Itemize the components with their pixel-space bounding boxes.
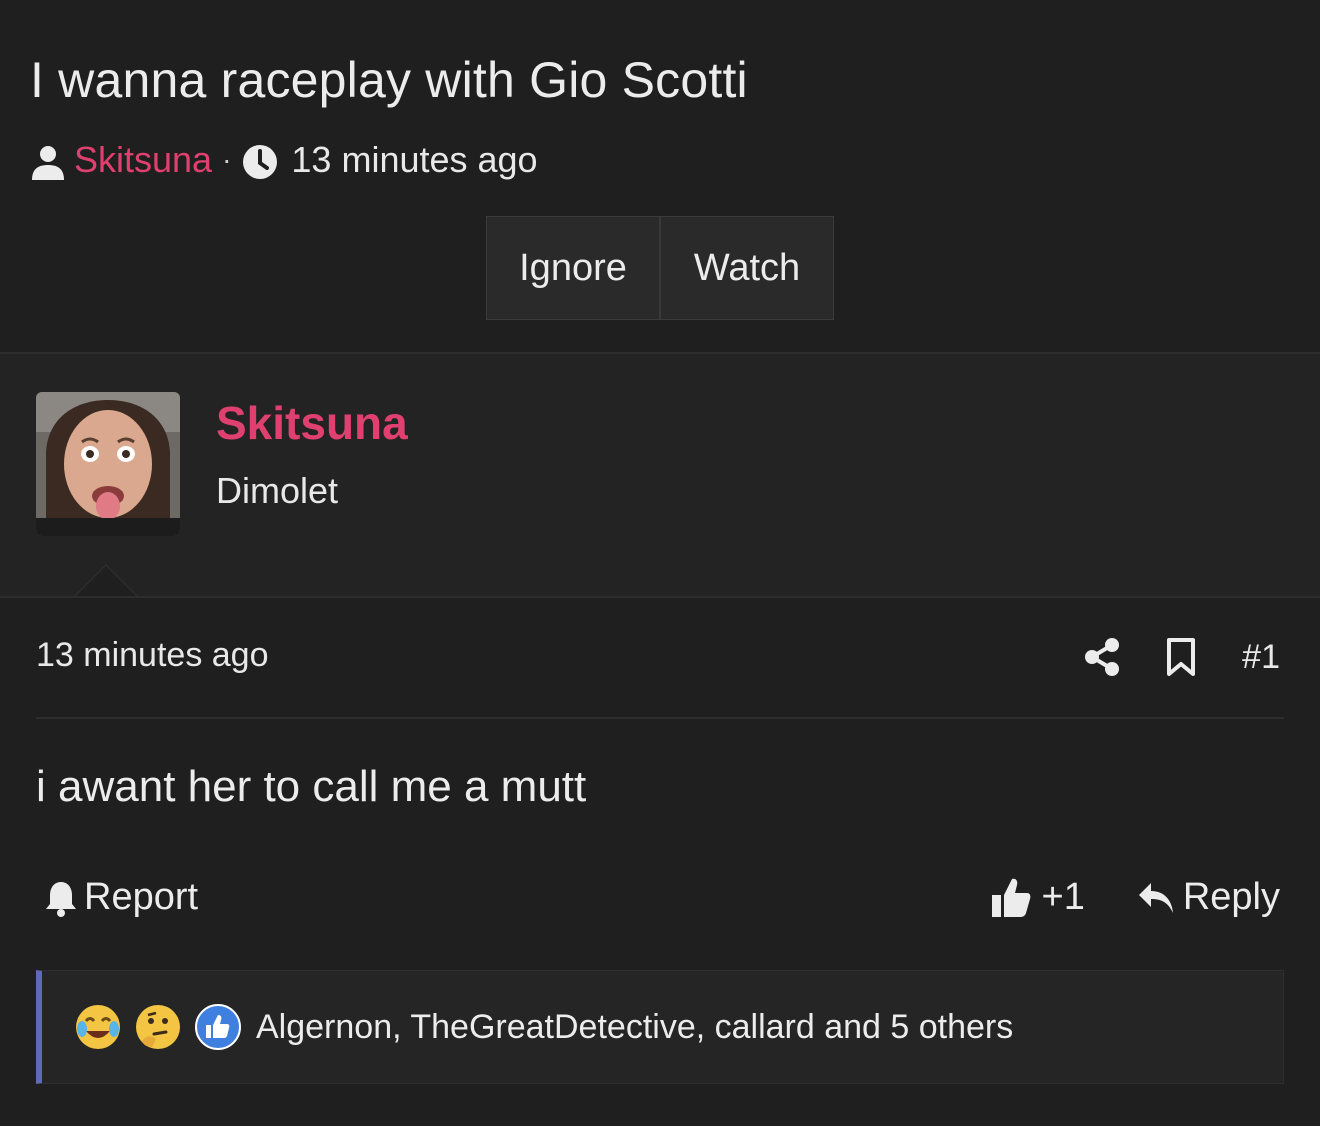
thread-author-link[interactable]: Skitsuna xyxy=(74,139,212,181)
watch-button[interactable]: Watch xyxy=(660,216,834,320)
reactions-bar[interactable]: Algernon, TheGreatDetective, callard and… xyxy=(36,970,1284,1084)
thinking-emoji-icon xyxy=(134,1003,182,1051)
post-tools: #1 xyxy=(1084,632,1280,682)
divider xyxy=(0,596,1320,598)
thumbs-up-reaction-icon xyxy=(194,1003,242,1051)
post-username[interactable]: Skitsuna xyxy=(216,396,408,450)
thread-meta: Skitsuna · 13 minutes ago xyxy=(30,136,538,184)
laughing-crying-emoji-icon xyxy=(74,1003,122,1051)
report-label: Report xyxy=(84,875,199,918)
post-user-block: Skitsuna Dimolet xyxy=(0,354,1320,596)
thread-header: I wanna raceplay with Gio Scotti Skitsun… xyxy=(0,0,1320,352)
reactions-summary[interactable]: Algernon, TheGreatDetective, callard and… xyxy=(256,1008,1013,1047)
meta-separator: · xyxy=(222,144,232,175)
post-body: i awant her to call me a mutt xyxy=(36,762,587,811)
post-time[interactable]: 13 minutes ago xyxy=(36,636,269,675)
user-icon xyxy=(30,139,66,181)
thumbs-up-icon[interactable] xyxy=(990,875,1032,920)
avatar[interactable] xyxy=(36,392,180,536)
report-button[interactable]: Report xyxy=(44,872,198,922)
page: I wanna raceplay with Gio Scotti Skitsun… xyxy=(0,0,1320,1126)
user-block-notch-inner xyxy=(76,566,136,596)
like-count: +1 xyxy=(1041,875,1085,918)
reply-icon[interactable] xyxy=(1137,876,1175,919)
bell-icon xyxy=(44,876,78,919)
user-title: Dimolet xyxy=(216,470,339,511)
share-icon[interactable] xyxy=(1084,637,1120,677)
post-number-link[interactable]: #1 xyxy=(1242,638,1280,677)
thread-title: I wanna raceplay with Gio Scotti xyxy=(30,52,748,108)
bookmark-icon[interactable] xyxy=(1166,637,1196,677)
reply-button[interactable]: Reply xyxy=(1183,876,1280,919)
post-footer-actions: +1 Reply xyxy=(990,870,1280,924)
thread-time: 13 minutes ago xyxy=(291,139,538,180)
thread-actions: Ignore Watch xyxy=(486,216,834,322)
clock-icon xyxy=(241,139,279,181)
divider xyxy=(36,717,1284,719)
ignore-button[interactable]: Ignore xyxy=(486,216,660,320)
